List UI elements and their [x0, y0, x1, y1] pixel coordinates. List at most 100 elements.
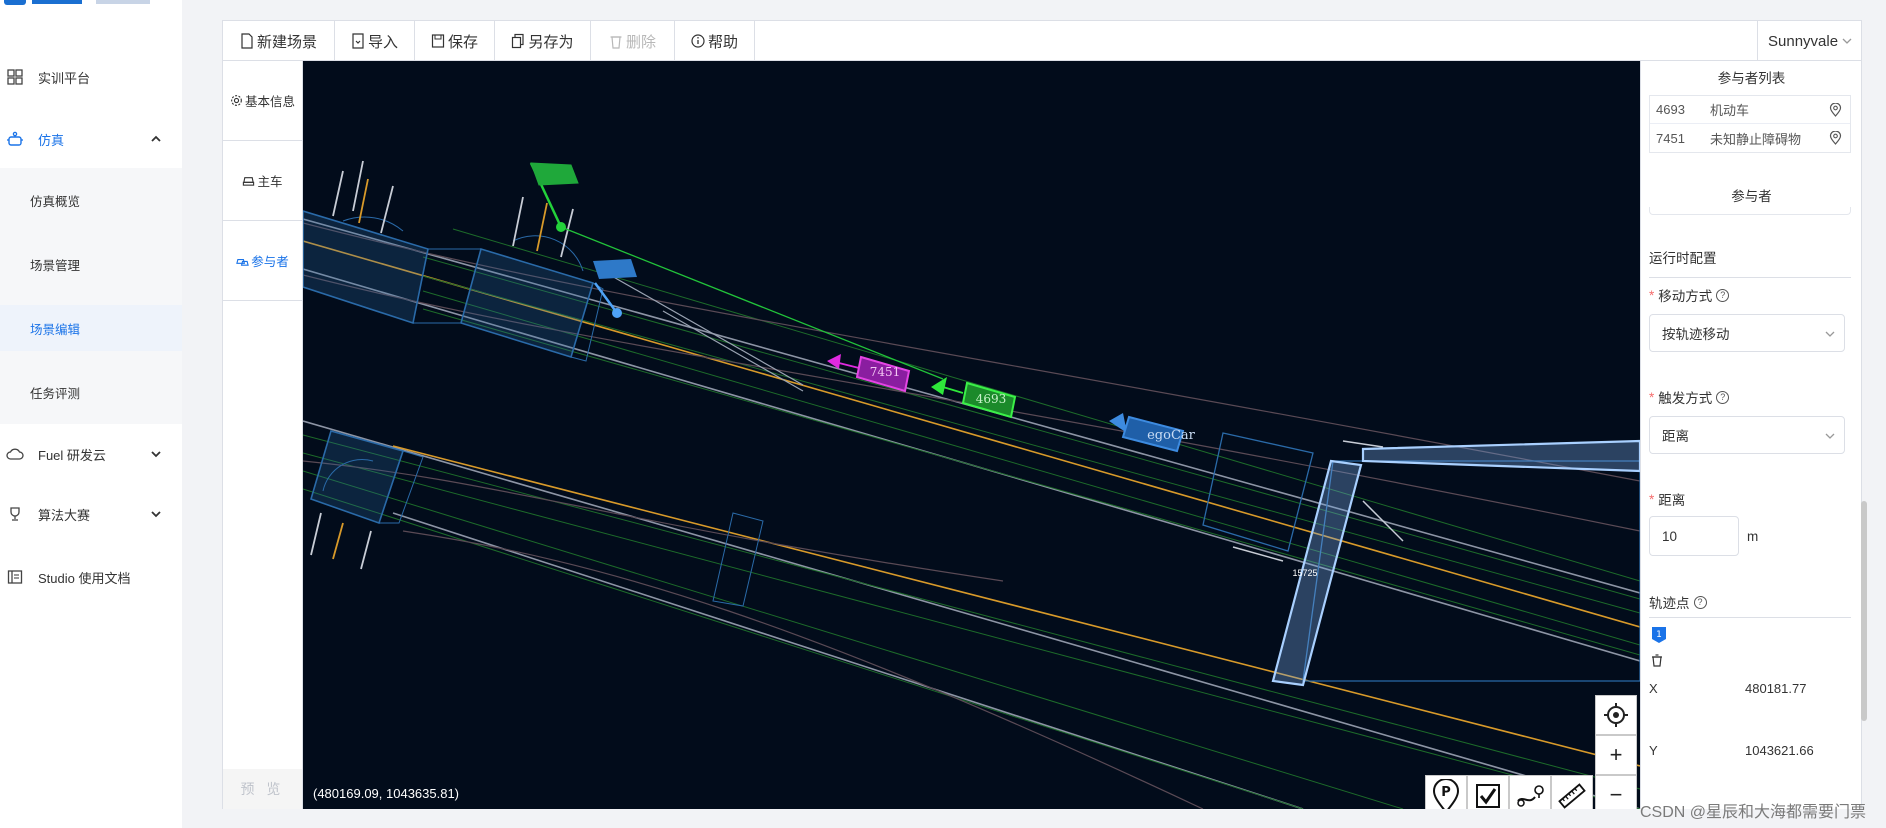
sidebar-item-simulation[interactable]: 仿真 — [0, 119, 182, 159]
trajectory-x-row: X 480181.77 — [1649, 681, 1851, 696]
cursor-coordinates: (480169.09, 1043635.81) — [313, 786, 460, 801]
save-as-label: 另存为 — [528, 33, 574, 51]
new-scene-button[interactable]: 新建场景 — [223, 21, 335, 61]
info-icon — [691, 34, 705, 48]
submenu-item-task-eval[interactable]: 任务评测 — [0, 369, 182, 415]
participant-section-frame — [1649, 207, 1851, 215]
list-item[interactable]: 7451 未知静止障碍物 — [1650, 124, 1850, 152]
road-network: 7451 4693 egoCar 15725 — [303, 160, 1640, 809]
preview-button[interactable]: 预 览 — [223, 769, 302, 809]
chevron-down-icon — [1825, 433, 1835, 439]
copy-icon — [512, 33, 525, 49]
tab-basic-info[interactable]: 基本信息 — [223, 61, 302, 141]
participant-id: 7451 — [1656, 130, 1685, 146]
import-label: 导入 — [367, 33, 398, 51]
divider — [1649, 617, 1851, 618]
route-icon — [1517, 785, 1544, 807]
car-icon — [243, 177, 255, 186]
trash-icon — [610, 36, 622, 49]
save-as-button[interactable]: 另存为 — [495, 21, 591, 61]
import-button[interactable]: 导入 — [335, 21, 415, 61]
sidebar-item-fuel[interactable]: Fuel 研发云 — [0, 434, 182, 474]
editor-tabs: 基本信息 主车 参与者 预 览 — [223, 61, 303, 809]
properties-panel: 参与者列表 4693 机动车 7451 未知静止障碍物 参与者 运行时配置 * 移… — [1640, 61, 1861, 809]
zoom-in-button[interactable]: + — [1595, 735, 1637, 775]
ruler-button[interactable] — [1551, 775, 1593, 809]
move-mode-label-text: 移动方式 — [1658, 289, 1713, 304]
trajectory-label: 轨迹点 ? — [1649, 592, 1707, 612]
delete-label: 删除 — [625, 33, 656, 51]
help-icon[interactable]: ? — [1716, 288, 1730, 302]
participant-id: 4693 — [1656, 102, 1685, 117]
submenu-item-scene-edit[interactable]: 场景编辑 — [0, 305, 182, 351]
cloud-icon — [6, 445, 24, 463]
y-value[interactable]: 1043621.66 — [1745, 743, 1814, 758]
x-value[interactable]: 480181.77 — [1745, 681, 1806, 696]
delete-button[interactable]: 删除 — [591, 21, 675, 61]
runtime-config-heading: 运行时配置 — [1649, 247, 1851, 278]
location-pin-icon[interactable] — [1829, 103, 1842, 117]
route-button[interactable] — [1509, 775, 1551, 809]
submenu-item-overview[interactable]: 仿真概览 — [0, 177, 182, 223]
help-label: 帮助 — [707, 33, 738, 51]
trash-icon[interactable] — [1651, 653, 1665, 667]
x-label: X — [1649, 681, 1658, 696]
save-label: 保存 — [447, 33, 478, 51]
map-zoom-controls: + − — [1595, 695, 1637, 809]
file-icon — [241, 33, 253, 49]
trigger-label: * 触发方式 ? — [1649, 387, 1730, 407]
locate-button[interactable] — [1595, 695, 1637, 735]
zoom-out-button[interactable]: − — [1595, 775, 1637, 809]
trigger-label-text: 触发方式 — [1658, 391, 1713, 406]
city-select[interactable]: Sunnyvale — [1757, 21, 1861, 61]
help-icon[interactable]: ? — [1716, 390, 1730, 404]
toolbar: 新建场景 导入 保存 另存为 删除 帮助 Sunnyvale — [223, 21, 1861, 61]
parking-pin-button[interactable]: P — [1425, 775, 1467, 809]
trajectory-point-marker-icon[interactable]: 1 — [1651, 626, 1667, 644]
panel-scrollbar[interactable] — [1861, 501, 1867, 721]
check-icon — [1476, 784, 1500, 808]
npc-label-7451: 7451 — [870, 365, 901, 379]
chevron-down-icon — [1842, 38, 1852, 44]
help-button[interactable]: 帮助 — [675, 21, 755, 61]
svg-text:P: P — [1441, 785, 1451, 800]
participants-icon — [236, 259, 250, 266]
import-icon — [352, 33, 364, 49]
npc-label-4693: 4693 — [976, 392, 1007, 406]
map-tool-bar: P — [1425, 775, 1593, 809]
sidebar-item-contest[interactable]: 算法大赛 — [0, 494, 182, 534]
ruler-icon — [1558, 783, 1586, 809]
tab-main-car[interactable]: 主车 — [223, 141, 302, 221]
sidebar-item-label: 算法大赛 — [38, 507, 91, 523]
sidebar: 实训平台 仿真 仿真概览 场景管理 场景编辑 任务评测 Fuel 研发云 算法大… — [0, 0, 182, 828]
chevron-down-icon — [151, 451, 161, 458]
list-item[interactable]: 4693 机动车 — [1650, 96, 1850, 124]
save-button[interactable]: 保存 — [415, 21, 495, 61]
distance-unit: m — [1747, 529, 1759, 544]
move-mode-select[interactable]: 按轨迹移动 — [1649, 314, 1845, 352]
map-canvas[interactable]: 7451 4693 egoCar 15725 (480169.09, 10436… — [303, 61, 1640, 809]
distance-label: * 距离 — [1649, 489, 1685, 509]
save-icon — [431, 34, 445, 48]
distance-input[interactable]: 10 — [1649, 516, 1739, 556]
app-logo — [0, 0, 160, 6]
tab-participants[interactable]: 参与者 — [223, 221, 302, 301]
trigger-value: 距离 — [1662, 429, 1689, 444]
sidebar-item-docs[interactable]: Studio 使用文档 — [0, 557, 182, 597]
help-icon[interactable]: ? — [1693, 595, 1707, 609]
parking-pin-icon: P — [1432, 779, 1460, 809]
sidebar-item-label: 仿真 — [38, 132, 65, 148]
doc-icon — [6, 568, 24, 586]
check-button[interactable] — [1467, 775, 1509, 809]
trajectory-y-row: Y 1043621.66 — [1649, 743, 1851, 758]
sidebar-item-training[interactable]: 实训平台 — [0, 57, 182, 97]
move-mode-label: * 移动方式 ? — [1649, 285, 1730, 305]
participant-list: 4693 机动车 7451 未知静止障碍物 — [1649, 95, 1851, 153]
sidebar-item-label: Fuel 研发云 — [38, 447, 106, 463]
scene-editor: 新建场景 导入 保存 另存为 删除 帮助 Sunnyvale 基本信息 主车 参… — [222, 20, 1867, 809]
location-pin-icon[interactable] — [1829, 131, 1842, 145]
trigger-select[interactable]: 距离 — [1649, 416, 1845, 454]
trajectory-label-text: 轨迹点 — [1649, 596, 1690, 611]
robot-icon — [6, 130, 24, 148]
submenu-item-scene-manage[interactable]: 场景管理 — [0, 241, 182, 287]
